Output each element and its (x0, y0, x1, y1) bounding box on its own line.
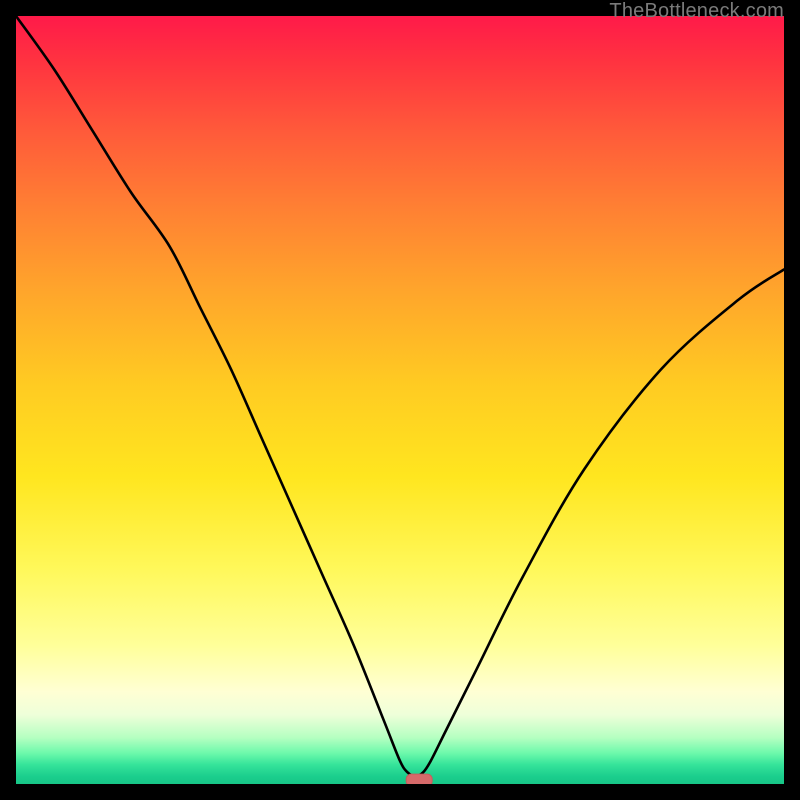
bottleneck-curve-line (16, 16, 784, 776)
chart-frame: TheBottleneck.com (0, 0, 800, 800)
minimum-marker (406, 774, 432, 784)
plot-area (16, 16, 784, 784)
bottleneck-curve-svg (16, 16, 784, 784)
attribution-text: TheBottleneck.com (609, 0, 784, 23)
